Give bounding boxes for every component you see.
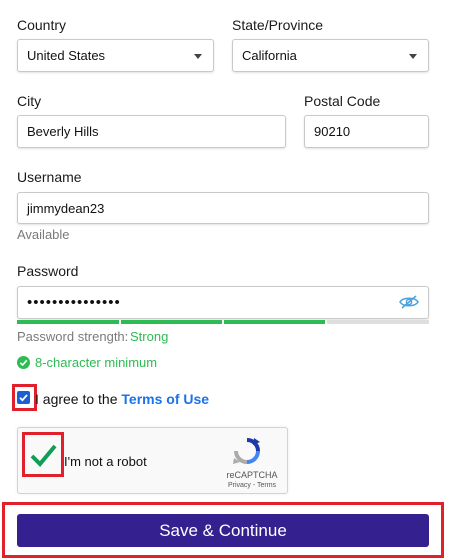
postal-code-value: 90210: [314, 124, 351, 139]
username-label: Username: [17, 169, 82, 185]
state-label: State/Province: [232, 17, 324, 33]
recaptcha-brand: reCAPTCHA: [226, 470, 278, 480]
city-input[interactable]: Beverly Hills: [17, 115, 286, 148]
password-strength-label: Password strength:: [17, 329, 129, 344]
strength-segment-3: [224, 320, 325, 324]
terms-text: I agree to the Terms of Use: [35, 391, 209, 407]
password-strength-value: Strong: [130, 329, 169, 344]
recaptcha-privacy-terms[interactable]: Privacy - Terms: [218, 482, 286, 489]
password-input[interactable]: •••••••••••••••: [17, 286, 429, 319]
save-continue-button[interactable]: Save & Continue: [17, 514, 429, 547]
checkmark-icon: [30, 444, 57, 467]
recaptcha-logo-icon: [232, 436, 262, 466]
terms-checkbox[interactable]: [17, 391, 30, 404]
chevron-down-icon: [409, 53, 417, 59]
postal-code-input[interactable]: 90210: [304, 115, 429, 148]
strength-segment-2: [121, 320, 222, 324]
password-rule-min-length: 8-character minimum: [35, 355, 158, 370]
strength-segment-1: [17, 320, 119, 324]
postal-code-label: Postal Code: [304, 93, 381, 109]
city-value: Beverly Hills: [27, 124, 99, 139]
password-value: •••••••••••••••: [27, 294, 121, 311]
strength-segment-4: [327, 320, 429, 324]
terms-of-use-link[interactable]: Terms of Use: [121, 391, 209, 407]
state-value: California: [242, 48, 297, 63]
password-label: Password: [17, 263, 79, 279]
terms-prefix: I agree to the: [35, 391, 118, 407]
chevron-down-icon: [194, 53, 202, 59]
captcha-checkbox[interactable]: [28, 441, 58, 469]
username-value: jimmydean23: [27, 200, 105, 216]
country-label: Country: [17, 17, 67, 33]
recaptcha-label: I'm not a robot: [64, 454, 147, 469]
country-value: United States: [27, 48, 106, 63]
city-label: City: [17, 93, 42, 109]
eye-slash-icon[interactable]: [399, 294, 419, 310]
state-select[interactable]: California: [232, 39, 429, 72]
check-circle-icon: [17, 356, 30, 369]
username-input[interactable]: jimmydean23: [17, 192, 429, 224]
username-availability: Available: [17, 227, 70, 242]
country-select[interactable]: United States: [17, 39, 214, 72]
